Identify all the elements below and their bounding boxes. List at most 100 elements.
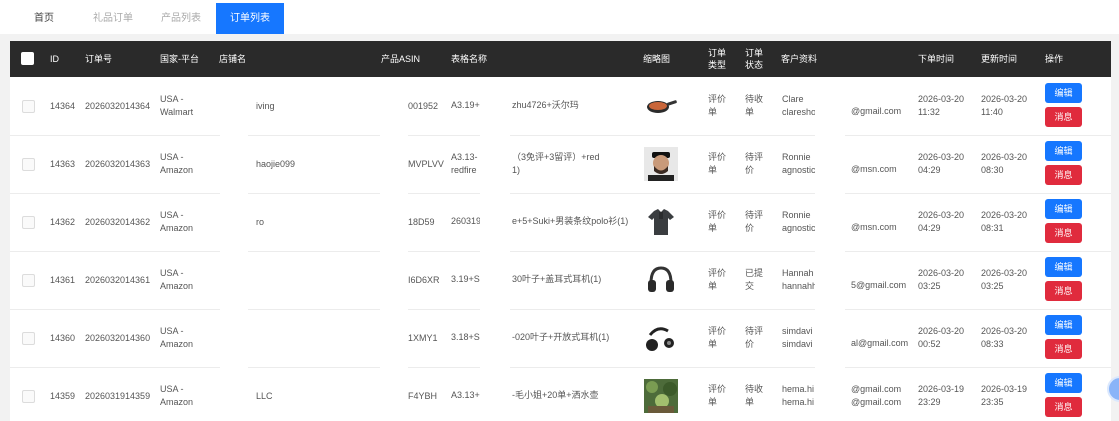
- cell-form-name-prefix: 3.19+S: [451, 274, 480, 284]
- cell-country-platform: USA - Amazon: [160, 384, 194, 407]
- cell-updated-time: 2026-03-20 08:33: [981, 326, 1028, 349]
- cell-created-time: 2026-03-20 04:29: [918, 210, 965, 233]
- cell-customer-name: simdavi simdavi: [782, 326, 813, 349]
- cell-form-name-prefix: 3.18+S: [451, 332, 480, 342]
- header-order-status: 订单 状态: [745, 48, 764, 70]
- tab-home[interactable]: 首页: [20, 3, 68, 34]
- message-button[interactable]: 消息: [1045, 223, 1082, 243]
- row-checkbox[interactable]: [22, 100, 35, 113]
- cell-id: 14364: [50, 100, 76, 111]
- cell-order-type: 评价 单: [708, 326, 727, 349]
- edit-button[interactable]: 编辑: [1045, 315, 1082, 335]
- cell-country-platform: USA - Amazon: [160, 326, 194, 349]
- cell-customer-name: Ronnie agnostic: [782, 152, 816, 175]
- cell-order-no: 2026032014364: [85, 100, 151, 111]
- cell-form-name: -020叶子+开放式耳机(1): [512, 332, 610, 342]
- row-checkbox[interactable]: [22, 158, 35, 171]
- edit-button[interactable]: 编辑: [1045, 373, 1082, 393]
- header-order-no: 订单号: [85, 54, 113, 64]
- table-row: 14361 2026032014361 USA - Amazon I6D6XR …: [10, 251, 1111, 310]
- cell-form-name: zhu4726+沃尔玛: [512, 100, 579, 110]
- edit-button[interactable]: 编辑: [1045, 83, 1082, 103]
- header-id: ID: [50, 54, 59, 64]
- row-checkbox[interactable]: [22, 274, 35, 287]
- shirt-icon: [644, 205, 678, 239]
- row-checkbox[interactable]: [22, 332, 35, 345]
- cell-customer-email: @gmail.com: [851, 106, 902, 116]
- cell-form-name-prefix: A3.19+: [451, 100, 480, 110]
- edit-button[interactable]: 编辑: [1045, 141, 1082, 161]
- headphone-icon: [644, 263, 678, 297]
- cell-created-time: 2026-03-19 23:29: [918, 384, 965, 407]
- cell-order-status: 待评 价: [745, 326, 764, 349]
- cell-asin: 1XMY1: [408, 332, 438, 343]
- person-icon: [644, 147, 678, 181]
- cell-form-name-prefix: 260319: [451, 216, 482, 226]
- message-button[interactable]: 消息: [1045, 339, 1082, 359]
- garden-icon: [644, 379, 678, 413]
- message-button[interactable]: 消息: [1045, 107, 1082, 127]
- row-checkbox[interactable]: [22, 390, 35, 403]
- table-row: 14364 2026032014364 USA - Walmart iving …: [10, 77, 1111, 136]
- header-created-time: 下单时间: [918, 54, 955, 64]
- cell-updated-time: 2026-03-20 08:30: [981, 152, 1028, 175]
- cell-country-platform: USA - Amazon: [160, 152, 194, 175]
- cell-customer-name: Clare claresho: [782, 94, 817, 117]
- edit-button[interactable]: 编辑: [1045, 199, 1082, 219]
- cell-customer-email: @msn.com: [851, 164, 897, 174]
- table-row: 14363 2026032014363 USA - Amazon haojie0…: [10, 135, 1111, 194]
- cell-store-name: ro: [256, 216, 265, 227]
- header-country-platform: 国家-平台: [160, 54, 199, 64]
- cell-country-platform: USA - Amazon: [160, 268, 194, 291]
- cell-order-no: 2026032014361: [85, 274, 151, 285]
- cell-form-name: e+5+Suki+男装条纹polo衫(1): [512, 216, 629, 226]
- header-customer: 客户资料: [781, 54, 818, 64]
- message-button[interactable]: 消息: [1045, 397, 1082, 417]
- cell-form-name: -毛小姐+20单+洒水壶: [512, 390, 599, 400]
- row-checkbox[interactable]: [22, 216, 35, 229]
- cell-order-type: 评价 单: [708, 94, 727, 117]
- cell-id: 14363: [50, 158, 76, 169]
- message-button[interactable]: 消息: [1045, 165, 1082, 185]
- message-button[interactable]: 消息: [1045, 281, 1082, 301]
- cell-asin: 001952: [408, 100, 439, 111]
- cell-form-name: 30叶子+盖耳式耳机(1): [512, 274, 602, 284]
- cell-customer-name: Hannah hannahh: [782, 268, 818, 291]
- cell-updated-time: 2026-03-19 23:35: [981, 384, 1028, 407]
- cell-created-time: 2026-03-20 04:29: [918, 152, 965, 175]
- tab-product-list[interactable]: 产品列表: [148, 3, 214, 34]
- cell-order-no: 2026032014362: [85, 216, 151, 227]
- cell-created-time: 2026-03-20 00:52: [918, 326, 965, 349]
- cell-order-type: 评价 单: [708, 210, 727, 233]
- cell-form-name-prefix: A3.13+: [451, 390, 480, 400]
- tab-gift-orders[interactable]: 礼品订单: [80, 3, 146, 34]
- cell-created-time: 2026-03-20 11:32: [918, 94, 965, 117]
- tab-order-list[interactable]: 订单列表: [216, 3, 284, 34]
- cell-updated-time: 2026-03-20 08:31: [981, 210, 1028, 233]
- cell-id: 14359: [50, 390, 76, 401]
- cell-customer-name: Ronnie agnostic: [782, 210, 816, 233]
- cell-asin: 18D59: [408, 216, 435, 227]
- header-updated-time: 更新时间: [981, 54, 1018, 64]
- cell-store-name: iving: [256, 100, 275, 111]
- cell-country-platform: USA - Walmart: [160, 94, 194, 117]
- cell-customer-email: @msn.com: [851, 222, 897, 232]
- cell-order-no: 2026032014363: [85, 158, 151, 169]
- cell-customer-email: al@gmail.com: [851, 338, 909, 348]
- table-row: 14359 2026031914359 USA - Amazon LLC F4Y…: [10, 367, 1111, 421]
- cell-form-name-prefix: A3.13- redfire: [451, 152, 478, 175]
- select-all-checkbox[interactable]: [21, 52, 34, 65]
- cell-order-status: 待评 价: [745, 152, 764, 175]
- cell-created-time: 2026-03-20 03:25: [918, 268, 965, 291]
- cell-order-type: 评价 单: [708, 268, 727, 291]
- header-order-type: 订单 类型: [708, 48, 727, 70]
- cell-form-name: （3免评+3留评）+red 1): [512, 152, 600, 175]
- edit-button[interactable]: 编辑: [1045, 257, 1082, 277]
- cell-order-no: 2026031914359: [85, 390, 151, 401]
- cell-customer-email: 5@gmail.com: [851, 280, 907, 290]
- table-row: 14362 2026032014362 USA - Amazon ro 18D5…: [10, 193, 1111, 252]
- cell-order-type: 评价 单: [708, 152, 727, 175]
- cell-order-status: 待评 价: [745, 210, 764, 233]
- cell-order-no: 2026032014360: [85, 332, 151, 343]
- cell-store-name: haojie099: [256, 158, 296, 169]
